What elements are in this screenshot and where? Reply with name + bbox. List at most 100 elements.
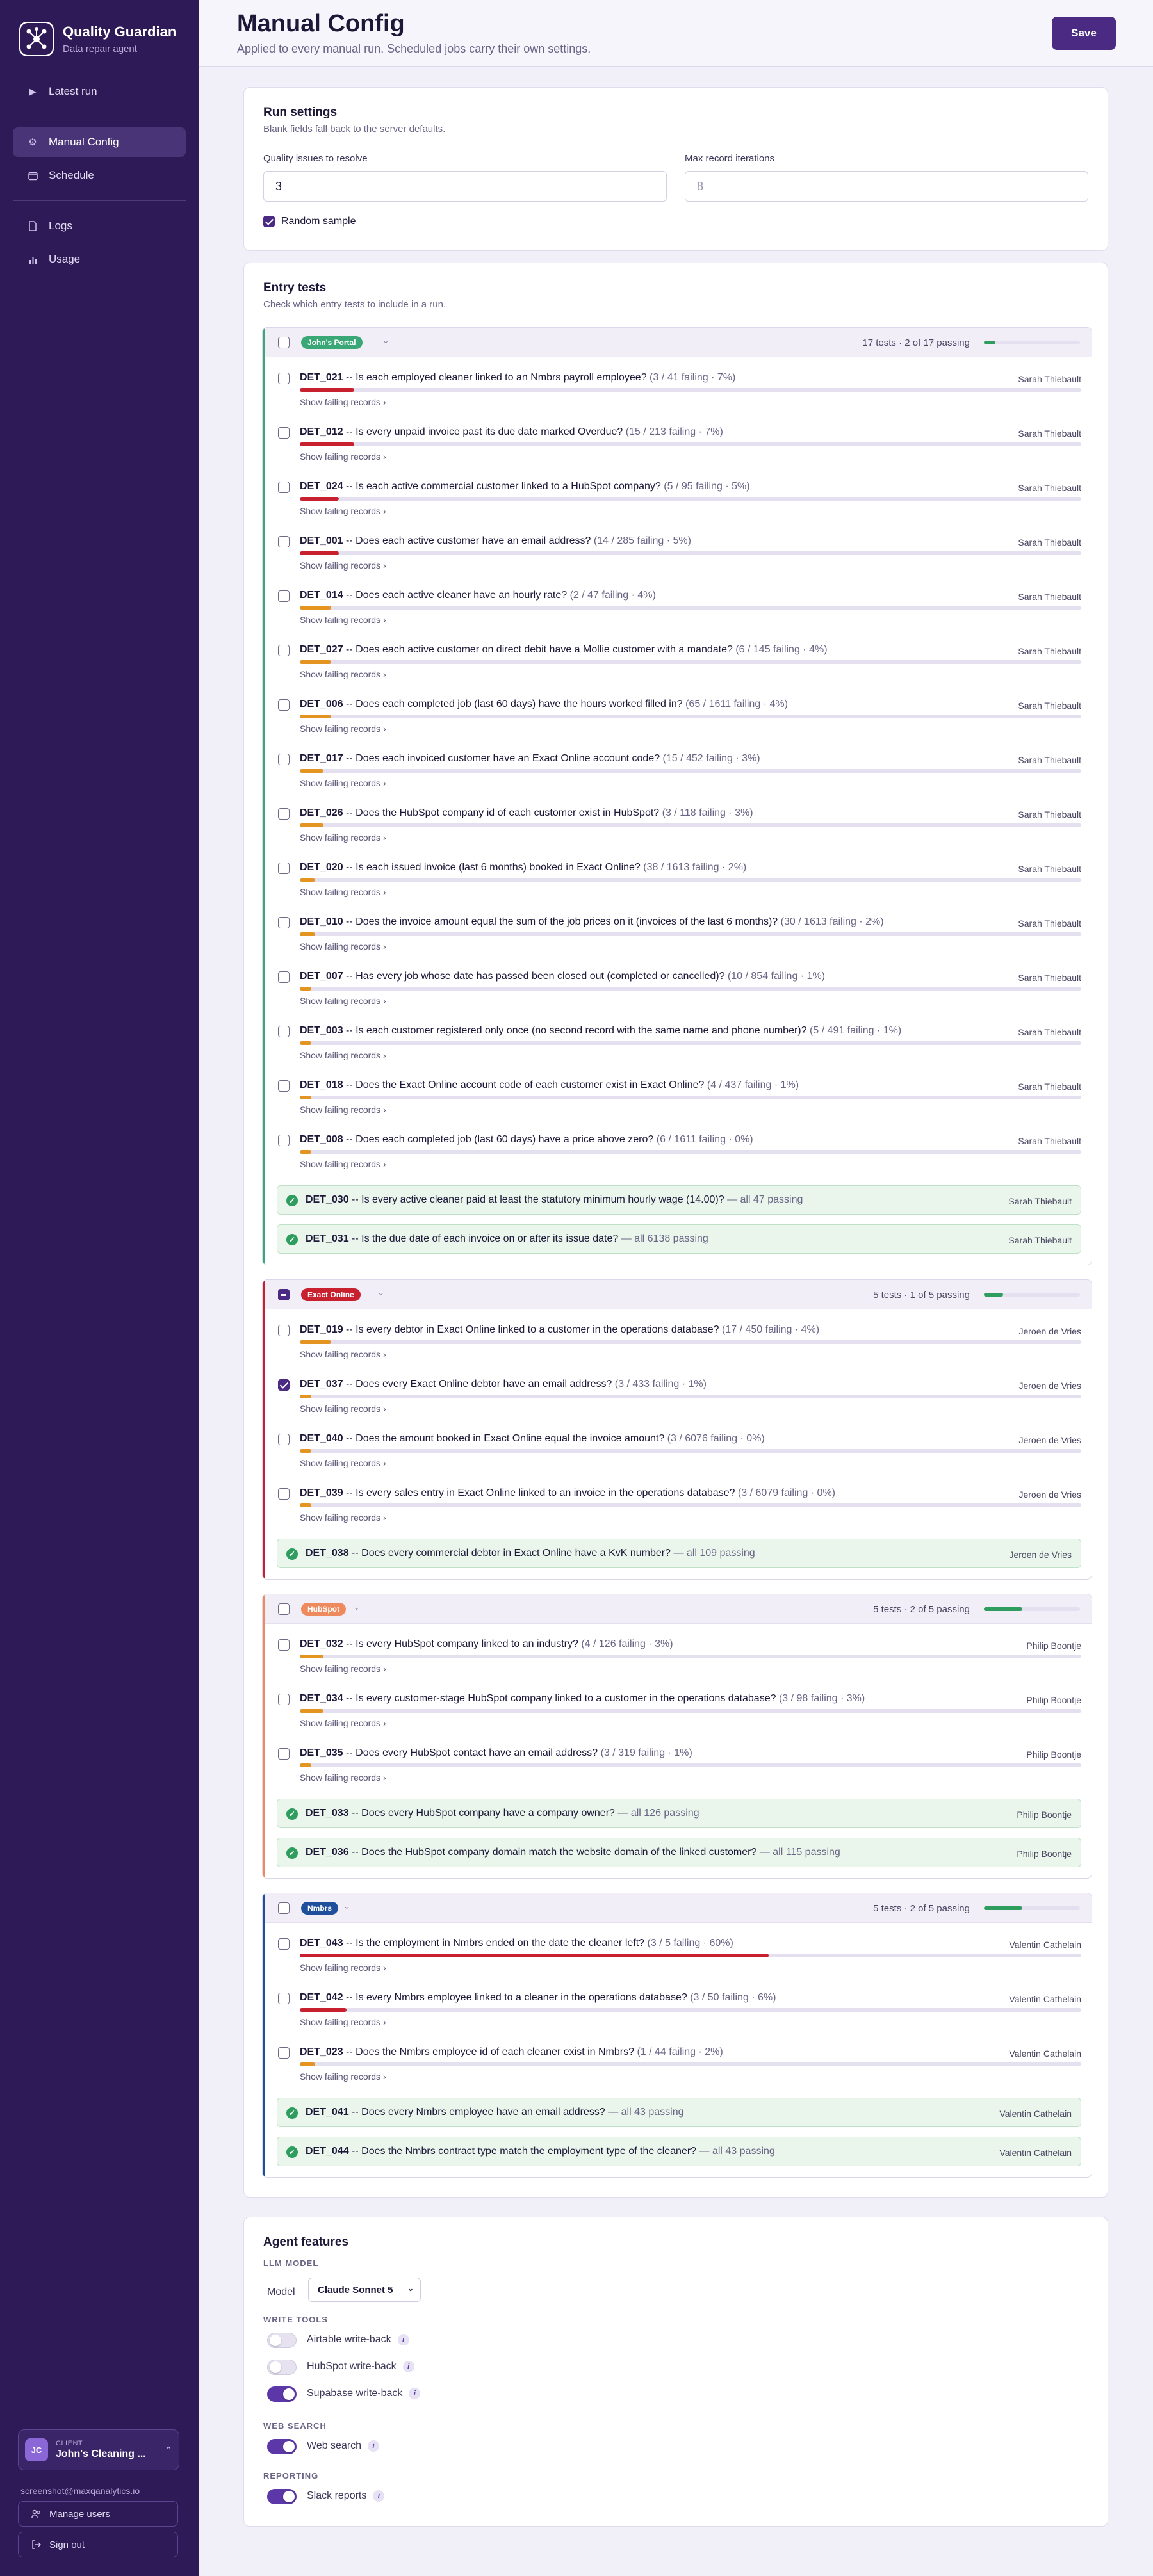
max-iterations-input[interactable]: 8 [685,171,1088,202]
show-failing-records-link[interactable]: Show failing records › [300,724,386,734]
show-failing-records-link[interactable]: Show failing records › [300,1963,386,1973]
show-failing-records-link[interactable]: Show failing records › [300,451,386,462]
save-button[interactable]: Save [1052,17,1116,50]
test-row: DET_007 -- Has every job whose date has … [265,962,1092,1017]
show-failing-records-link[interactable]: Show failing records › [300,1050,386,1060]
random-sample-option[interactable]: Random sample [263,216,356,227]
write-tool-toggle[interactable] [267,2386,297,2402]
test-question: -- Does each invoiced customer have an E… [343,753,660,764]
show-failing-records-link[interactable]: Show failing records › [300,1404,386,1414]
test-select-checkbox[interactable] [278,645,290,656]
model-select[interactable]: Claude Sonnet 5 ⌄ [308,2278,421,2302]
slack-reports-toggle[interactable] [267,2489,297,2504]
show-failing-records-link[interactable]: Show failing records › [300,887,386,897]
group-select-checkbox[interactable] [278,337,290,348]
chevron-down-icon[interactable]: ⌄ [353,1602,360,1612]
failing-rate-bar [300,823,1081,827]
manage-users-button[interactable]: Manage users [18,2501,178,2527]
chevron-down-icon[interactable]: ⌄ [343,1901,350,1911]
show-failing-records-link[interactable]: Show failing records › [300,1772,386,1783]
test-select-checkbox[interactable] [278,427,290,439]
random-sample-checkbox[interactable] [263,216,275,227]
show-failing-records-label: Show failing records [300,1159,381,1169]
test-code: DET_036 [306,1847,349,1858]
show-failing-records-link[interactable]: Show failing records › [300,1718,386,1728]
info-icon[interactable]: i [409,2388,421,2399]
test-question: -- Does each active customer have an ema… [343,535,591,546]
test-select-checkbox[interactable] [278,1080,290,1092]
show-failing-records-link[interactable]: Show failing records › [300,560,386,571]
info-icon[interactable]: i [368,2440,380,2452]
show-failing-records-link[interactable]: Show failing records › [300,506,386,516]
test-select-checkbox[interactable] [278,482,290,493]
test-select-checkbox[interactable] [278,1938,290,1950]
quality-issues-input[interactable]: 3 [263,171,667,202]
show-failing-records-link[interactable]: Show failing records › [300,941,386,952]
show-failing-records-link[interactable]: Show failing records › [300,2017,386,2027]
info-icon[interactable]: i [397,2334,409,2345]
test-select-checkbox[interactable] [278,971,290,983]
test-owner: Sarah Thiebault [1018,701,1081,711]
test-select-checkbox[interactable] [278,1379,290,1391]
test-row: DET_034 -- Is every customer-stage HubSp… [265,1685,1092,1739]
group-header[interactable]: Exact Online ⌄ 5 tests · 1 of 5 passing [265,1280,1092,1309]
write-tool-toggle[interactable] [267,2360,297,2375]
info-icon[interactable]: i [402,2361,414,2372]
test-select-checkbox[interactable] [278,754,290,765]
info-icon[interactable]: i [373,2490,385,2502]
test-select-checkbox[interactable] [278,1135,290,1146]
nav-manual-config[interactable]: ⚙ Manual Config [13,127,186,157]
write-tool-toggle[interactable] [267,2333,297,2348]
test-row: DET_032 -- Is every HubSpot company link… [265,1630,1092,1685]
nav-schedule[interactable]: Schedule [13,161,186,190]
test-select-checkbox[interactable] [278,373,290,384]
group-select-checkbox[interactable] [278,1603,290,1615]
client-switcher[interactable]: JC CLIENT John's Cleaning ... ⌃ [18,2429,179,2470]
nav-logs[interactable]: Logs [13,211,186,241]
show-failing-records-link[interactable]: Show failing records › [300,1664,386,1674]
sign-out-button[interactable]: Sign out [18,2532,178,2557]
test-select-checkbox[interactable] [278,863,290,874]
test-select-checkbox[interactable] [278,917,290,928]
test-title: DET_003 -- Is each customer registered o… [300,1025,901,1037]
show-failing-records-link[interactable]: Show failing records › [300,669,386,679]
group-header[interactable]: HubSpot ⌄ 5 tests · 2 of 5 passing [265,1594,1092,1624]
chevron-down-icon[interactable]: ⌄ [382,336,389,346]
show-failing-records-link[interactable]: Show failing records › [300,615,386,625]
test-question: -- Is every HubSpot company linked to an… [343,1639,578,1649]
test-question: -- Does each completed job (last 60 days… [343,699,683,709]
show-failing-records-link[interactable]: Show failing records › [300,2071,386,2082]
group-select-checkbox[interactable] [278,1289,290,1300]
test-select-checkbox[interactable] [278,1748,290,1760]
show-failing-records-link[interactable]: Show failing records › [300,1458,386,1468]
chevron-down-icon[interactable]: ⌄ [377,1288,384,1298]
test-select-checkbox[interactable] [278,1026,290,1037]
test-select-checkbox[interactable] [278,590,290,602]
test-select-checkbox[interactable] [278,1488,290,1500]
group-header[interactable]: Nmbrs ⌄ 5 tests · 2 of 5 passing [265,1893,1092,1923]
test-select-checkbox[interactable] [278,1434,290,1445]
test-select-checkbox[interactable] [278,699,290,711]
web-search-toggle[interactable] [267,2439,297,2454]
test-select-checkbox[interactable] [278,536,290,547]
show-failing-records-link[interactable]: Show failing records › [300,397,386,407]
show-failing-records-link[interactable]: Show failing records › [300,1105,386,1115]
test-select-checkbox[interactable] [278,1694,290,1705]
show-failing-records-link[interactable]: Show failing records › [300,778,386,788]
show-failing-records-link[interactable]: Show failing records › [300,832,386,843]
test-select-checkbox[interactable] [278,1325,290,1336]
nav-usage[interactable]: Usage [13,245,186,274]
chevron-right-icon: › [382,1050,386,1060]
group-source-pill: Exact Online [301,1288,361,1301]
show-failing-records-link[interactable]: Show failing records › [300,1349,386,1359]
nav-latest-run[interactable]: ▶ Latest run [13,77,186,106]
test-select-checkbox[interactable] [278,1639,290,1651]
group-select-checkbox[interactable] [278,1902,290,1914]
group-header[interactable]: John's Portal ⌄ 17 tests · 2 of 17 passing [265,328,1092,357]
show-failing-records-link[interactable]: Show failing records › [300,1512,386,1523]
test-select-checkbox[interactable] [278,2047,290,2059]
test-select-checkbox[interactable] [278,1993,290,2004]
show-failing-records-link[interactable]: Show failing records › [300,996,386,1006]
test-select-checkbox[interactable] [278,808,290,820]
show-failing-records-link[interactable]: Show failing records › [300,1159,386,1169]
